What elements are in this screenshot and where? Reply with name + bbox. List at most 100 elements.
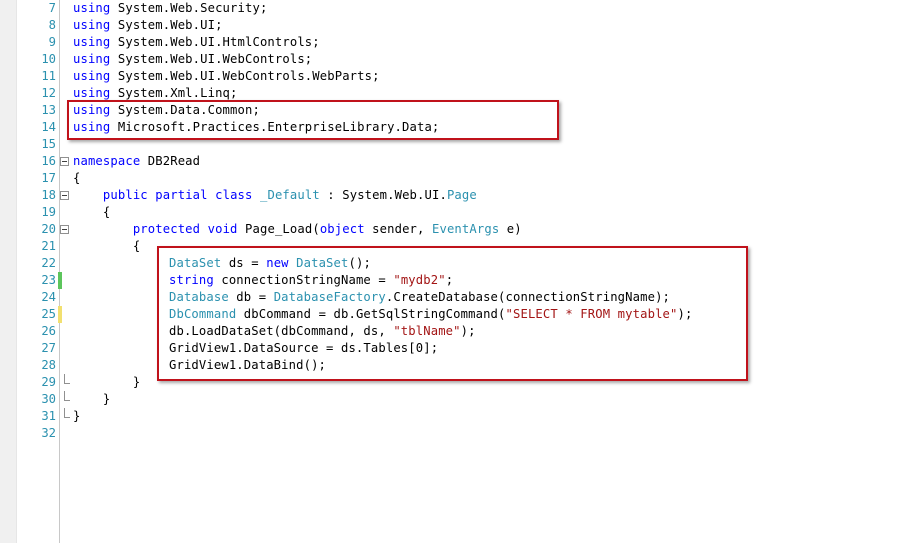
collapse-icon[interactable] (60, 191, 69, 200)
namespace-name: System.Data.Common; (117, 103, 260, 117)
code-line: 25 DbCommand dbCommand = db.GetSqlString… (0, 306, 909, 323)
code-line: 31 } (0, 408, 909, 425)
code-text: using System.Web.UI.HtmlControls; (73, 34, 320, 51)
code-text: } (73, 409, 81, 423)
line-number: 18 (41, 188, 56, 202)
code-text: } (73, 391, 110, 408)
code-text: DataSet ds = new DataSet(); (169, 255, 371, 272)
outline-end-marker (64, 374, 70, 384)
collapse-icon[interactable] (60, 157, 69, 166)
code-line: 23 string connectionStringName = "mydb2"… (0, 272, 909, 289)
code-fragment: (); (348, 256, 371, 270)
code-text: using System.Data.Common; (73, 102, 260, 119)
line-number: 21 (41, 239, 56, 253)
code-text: using System.Web.UI.WebControls; (73, 51, 312, 68)
code-line: 13 using System.Data.Common; (0, 102, 909, 119)
code-text: GridView1.DataSource = ds.Tables[0]; (169, 341, 439, 355)
code-fragment: ; (445, 273, 454, 287)
keyword: public (102, 188, 148, 202)
code-line: 30 } (0, 391, 909, 408)
keyword: using (73, 69, 111, 83)
outline-end-marker (64, 408, 70, 418)
type-name: DataSet (169, 256, 222, 270)
code-fragment: ); (460, 324, 476, 338)
code-line: 17 { (0, 170, 909, 187)
code-text: using System.Web.UI.WebControls.WebParts… (73, 68, 380, 85)
code-line: 21 { (0, 238, 909, 255)
code-line: 19 { (0, 204, 909, 221)
code-editor[interactable]: 7 using System.Web.Security; 8 using Sys… (0, 0, 909, 543)
line-number: 28 (41, 358, 56, 372)
class-name: _Default (259, 188, 320, 202)
code-fragment: ); (677, 307, 693, 321)
code-text: using System.Web.Security; (73, 0, 267, 17)
line-number: 14 (41, 120, 56, 134)
line-number: 19 (41, 205, 56, 219)
type-name: Page (446, 188, 477, 202)
line-number: 15 (41, 137, 56, 151)
keyword: new (266, 256, 289, 270)
code-text: { (73, 238, 140, 255)
line-number: 16 (41, 154, 56, 168)
code-text: using System.Web.UI; (73, 17, 223, 34)
type-name: DatabaseFactory (273, 290, 386, 304)
saved-change-marker (58, 272, 62, 289)
code-text: } (73, 374, 140, 391)
brace: { (132, 239, 141, 253)
code-text: DbCommand dbCommand = db.GetSqlStringCom… (169, 306, 692, 323)
type-name: DataSet (296, 256, 349, 270)
namespace-name: System.Web.UI.HtmlControls; (117, 35, 320, 49)
code-line: 27 GridView1.DataSource = ds.Tables[0]; (0, 340, 909, 357)
code-line: 29 } (0, 374, 909, 391)
keyword: using (73, 1, 111, 15)
code-fragment: sender, (364, 222, 432, 236)
namespace-name: Microsoft.Practices.EnterpriseLibrary.Da… (117, 120, 440, 134)
code-fragment: : System.Web.UI. (319, 188, 447, 202)
keyword: namespace (73, 154, 141, 168)
code-text: public partial class _Default : System.W… (73, 187, 477, 204)
code-fragment: db.LoadDataSet(dbCommand, ds, (169, 324, 394, 338)
line-number: 22 (41, 256, 56, 270)
code-line: 28 GridView1.DataBind(); (0, 357, 909, 374)
keyword: using (73, 18, 111, 32)
line-number: 29 (41, 375, 56, 389)
collapse-icon[interactable] (60, 225, 69, 234)
namespace-name: System.Xml.Linq; (117, 86, 238, 100)
namespace-name: System.Web.UI.WebControls; (117, 52, 313, 66)
line-number: 31 (41, 409, 56, 423)
code-line: 20 protected void Page_Load(object sende… (0, 221, 909, 238)
keyword: void (207, 222, 238, 236)
line-number: 13 (41, 103, 56, 117)
keyword: protected (132, 222, 201, 236)
code-fragment: db = (228, 290, 274, 304)
keyword: using (73, 35, 111, 49)
line-number: 11 (41, 69, 56, 83)
code-line: 9 using System.Web.UI.HtmlControls; (0, 34, 909, 51)
line-number: 8 (48, 18, 56, 32)
line-number: 27 (41, 341, 56, 355)
code-text: string connectionStringName = "mydb2"; (169, 272, 453, 289)
code-line: 7 using System.Web.Security; (0, 0, 909, 17)
namespace-decl-name: DB2Read (147, 154, 201, 168)
keyword: using (73, 86, 111, 100)
code-text: namespace DB2Read (73, 153, 200, 170)
keyword: object (319, 222, 365, 236)
code-line: 18 public partial class _Default : Syste… (0, 187, 909, 204)
code-fragment: connectionStringName = (213, 273, 394, 287)
type-name: DbCommand (169, 307, 237, 321)
line-number: 23 (41, 273, 56, 287)
code-text: Database db = DatabaseFactory.CreateData… (169, 289, 670, 306)
code-line: 24 Database db = DatabaseFactory.CreateD… (0, 289, 909, 306)
line-number: 10 (41, 52, 56, 66)
line-number: 17 (41, 171, 56, 185)
code-line: 32 (0, 425, 909, 442)
type-name: EventArgs (432, 222, 500, 236)
code-text: GridView1.DataBind(); (169, 358, 327, 372)
code-text: { (73, 204, 110, 221)
outline-end-marker (64, 391, 70, 401)
code-fragment: e) (499, 222, 522, 236)
string-literal: "mydb2" (393, 273, 446, 287)
code-fragment: ds = (221, 256, 267, 270)
code-line: 12 using System.Xml.Linq; (0, 85, 909, 102)
code-fragment: .CreateDatabase(connectionStringName); (385, 290, 671, 304)
